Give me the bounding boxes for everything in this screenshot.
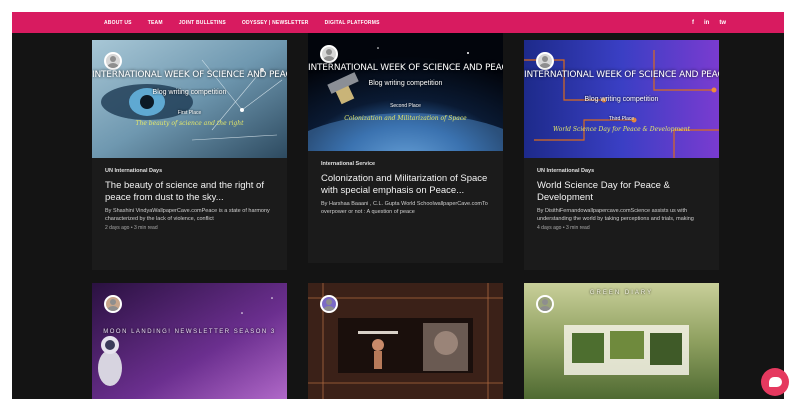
post-card[interactable]: MOON LANDING! NEWSLETTER SEASON 3 <box>92 283 287 399</box>
author-avatar <box>320 295 338 313</box>
cover-place: First Place <box>177 110 202 116</box>
author-avatar <box>104 52 122 70</box>
post-category[interactable]: International Service <box>321 161 496 167</box>
post-cover-image[interactable]: INTERNATIONAL WEEK OF SCIENCE AND PEACE … <box>92 40 287 158</box>
post-excerpt: By DisithiFernandowallpapercave.comScien… <box>537 208 694 222</box>
post-cover-image[interactable]: INTERNATIONAL WEEK OF SCIENCE AND PEACE … <box>308 33 503 151</box>
cover-headline: MOON LANDING! NEWSLETTER SEASON 3 <box>103 329 276 335</box>
cover-headline: INTERNATIONAL WEEK OF SCIENCE AND PEACE <box>524 70 719 80</box>
linkedin-icon[interactable]: in <box>704 20 709 26</box>
posts-grid: INTERNATIONAL WEEK OF SCIENCE AND PEACE … <box>12 33 784 399</box>
post-meta: 2 days ago • 3 min read <box>105 225 158 231</box>
post-card-body: International Service Colonization and M… <box>321 161 496 218</box>
post-card[interactable] <box>308 283 503 399</box>
post-category[interactable]: UN International Days <box>537 168 712 174</box>
social-links: f in tw <box>692 12 726 33</box>
post-title[interactable]: Colonization and Militarization of Space… <box>321 173 496 197</box>
chat-button[interactable] <box>761 368 789 396</box>
cover-place: Second Place <box>390 103 421 109</box>
author-avatar <box>536 295 554 313</box>
post-card-body: UN International Days The beauty of scie… <box>105 168 280 231</box>
nav-item-about-us[interactable]: ABOUT US <box>96 20 140 26</box>
post-title[interactable]: The beauty of science and the right of p… <box>105 180 280 204</box>
top-navigation-bar: ABOUT US TEAM JOINT BULLETINS ODYSSEY | … <box>12 12 784 33</box>
cover-subtitle: Blog writing competition <box>152 89 227 96</box>
cover-headline: GREEN DIARY <box>589 290 654 296</box>
post-card[interactable]: GREEN DIARY <box>524 283 719 399</box>
cover-headline: INTERNATIONAL WEEK OF SCIENCE AND PEACE <box>92 70 287 80</box>
nav-item-team[interactable]: TEAM <box>140 20 171 26</box>
post-card[interactable]: INTERNATIONAL WEEK OF SCIENCE AND PEACE … <box>92 40 287 270</box>
nav-item-joint-bulletins[interactable]: JOINT BULLETINS <box>171 20 234 26</box>
twitter-icon[interactable]: tw <box>719 20 726 26</box>
author-avatar <box>104 295 122 313</box>
chat-bubble-icon <box>768 377 782 387</box>
cover-subtitle: Blog writing competition <box>584 96 659 103</box>
post-category[interactable]: UN International Days <box>105 168 280 174</box>
post-card-body: UN International Days World Science Day … <box>537 168 712 231</box>
cover-headline: INTERNATIONAL WEEK OF SCIENCE AND PEACE <box>308 63 503 73</box>
post-card[interactable]: INTERNATIONAL WEEK OF SCIENCE AND PEACE … <box>524 40 719 270</box>
post-meta: 4 days ago • 3 min read <box>537 225 590 231</box>
facebook-icon[interactable]: f <box>692 20 694 26</box>
author-avatar <box>320 45 338 63</box>
cover-script: The beauty of science and the right <box>135 120 244 127</box>
post-title[interactable]: World Science Day for Peace & Developmen… <box>537 180 712 204</box>
post-excerpt: By Harshaa Baaani , C.L. Gupta World Sch… <box>321 201 488 215</box>
post-excerpt: By Shashini VindyaWallpaperCave.comPeace… <box>105 208 270 222</box>
cover-subtitle: Blog writing competition <box>368 80 443 87</box>
main-nav: ABOUT US TEAM JOINT BULLETINS ODYSSEY | … <box>12 12 388 33</box>
post-cover-image[interactable]: INTERNATIONAL WEEK OF SCIENCE AND PEACE … <box>524 40 719 158</box>
cover-script: Colonization and Militarization of Space <box>344 115 467 122</box>
cover-script: World Science Day for Peace & Developmen… <box>553 126 690 133</box>
nav-item-digital-platforms[interactable]: DIGITAL PLATFORMS <box>317 20 388 26</box>
nav-item-newsletter[interactable]: ODYSSEY | NEWSLETTER <box>234 20 317 26</box>
post-card[interactable]: INTERNATIONAL WEEK OF SCIENCE AND PEACE … <box>308 33 503 263</box>
author-avatar <box>536 52 554 70</box>
cover-place: Third Place <box>608 116 635 122</box>
